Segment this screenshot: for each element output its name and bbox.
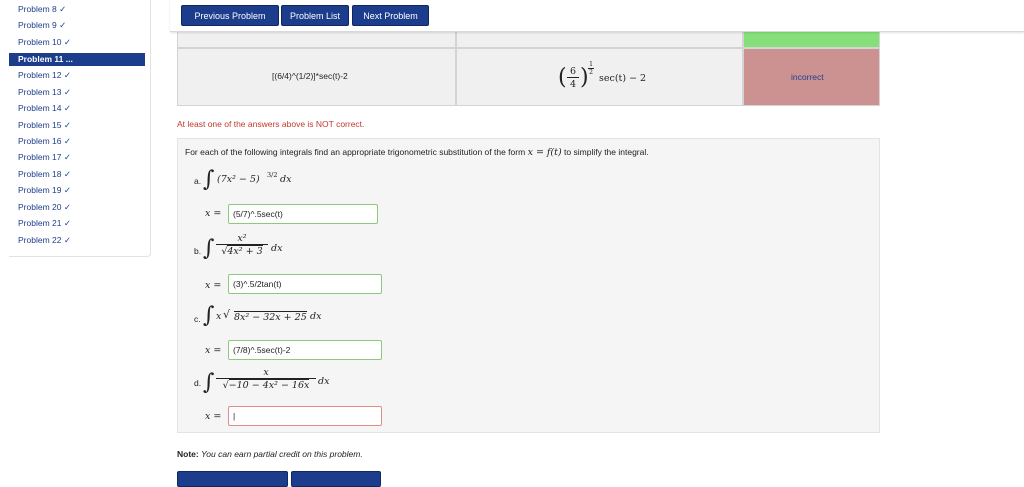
part-b-denominator: √4x² + 3 [216, 244, 268, 257]
integral-sign-a: ∫ [203, 167, 215, 192]
sidebar-item-problem-18[interactable]: Problem 18 ✓ [9, 168, 145, 181]
results-prev-row-status-correct [743, 31, 880, 48]
results-row-entered: [(6/4)^(1/2)]*sec(t)-2 [177, 48, 456, 106]
integral-sign-b: ∫ [203, 236, 215, 261]
sidebar-item-problem-15[interactable]: Problem 15 ✓ [9, 119, 145, 132]
problem-panel: For each of the following integrals find… [177, 138, 880, 433]
part-c-x-equals: x = [205, 345, 222, 356]
results-prev-row-entered [177, 31, 456, 48]
part-a-x-equals: x = [205, 208, 222, 219]
part-c-prefix: x [216, 311, 222, 322]
preview-frac-num: 6 [569, 66, 577, 77]
partial-credit-note: Note: You can earn partial credit on thi… [177, 449, 363, 459]
sidebar-item-problem-12[interactable]: Problem 12 ✓ [9, 69, 145, 82]
sidebar-item-problem-11[interactable]: Problem 11 ... [9, 53, 145, 66]
part-b-radicand: 4x² + 3 [227, 245, 263, 257]
part-a-answer-input[interactable]: (5/7)^.5sec(t) [228, 204, 378, 224]
top-navigation-bar: Previous Problem Problem List Next Probl… [170, 0, 1024, 32]
submit-answers-button[interactable] [291, 471, 381, 487]
sidebar-item-problem-13[interactable]: Problem 13 ✓ [9, 86, 145, 99]
instructions-text-end: to simplify the integral. [564, 147, 649, 157]
part-c-dx: dx [310, 311, 322, 322]
note-label: Note: [177, 449, 199, 459]
instructions-text-start: For each of the following integrals find… [185, 147, 526, 157]
part-d-letter: d. [194, 378, 202, 388]
sidebar-item-problem-19[interactable]: Problem 19 ✓ [9, 184, 145, 197]
problem-list-button[interactable]: Problem List [281, 5, 349, 26]
part-c-radicand: 8x² − 32x + 25 [234, 311, 307, 323]
part-c-sqrt-symbol: √ [223, 308, 231, 321]
status-incorrect-label: incorrect [791, 72, 824, 82]
results-prev-row-preview [456, 31, 743, 48]
part-d-fraction: x √−10 − 4x² − 16x [216, 367, 316, 391]
part-b-fraction: x² √4x² + 3 [216, 233, 268, 257]
part-d-numerator: x [263, 367, 269, 378]
previous-problem-button[interactable]: Previous Problem [181, 5, 279, 26]
sidebar-item-problem-10[interactable]: Problem 10 ✓ [9, 36, 145, 49]
sidebar-item-problem-8[interactable]: Problem 8 ✓ [9, 3, 145, 16]
part-a-exponent: 3/2 [267, 171, 278, 179]
preview-exp-den: 2 [588, 68, 594, 76]
results-row-preview: ( 6 4 ) 1 2 sec(t) − 2 [456, 48, 743, 106]
preview-frac-den: 4 [567, 77, 579, 90]
part-d-dx: dx [318, 376, 330, 387]
part-c-letter: c. [194, 314, 201, 324]
part-b-dx: dx [271, 243, 283, 254]
preview-answers-button[interactable] [177, 471, 288, 487]
sidebar-item-problem-21[interactable]: Problem 21 ✓ [9, 217, 145, 230]
note-text: You can earn partial credit on this prob… [201, 449, 363, 459]
preview-exp-num: 1 [589, 61, 593, 68]
part-b-numerator: x² [237, 233, 247, 244]
part-a-letter: a. [194, 176, 202, 186]
preview-exponent: 1 2 [588, 61, 594, 76]
next-problem-button[interactable]: Next Problem [352, 5, 429, 26]
part-b-letter: b. [194, 246, 202, 256]
results-row-status: incorrect [743, 48, 880, 106]
part-a-integrand: (7x² − 5) [217, 174, 260, 185]
part-d-denominator: √−10 − 4x² − 16x [216, 378, 316, 391]
preview-fraction: 6 4 [567, 66, 579, 90]
problem-list-sidebar: Problem 8 ✓ Problem 9 ✓ Problem 10 ✓ Pro… [9, 0, 151, 257]
integral-sign-d: ∫ [203, 370, 215, 395]
part-d-radicand: −10 − 4x² − 16x [228, 379, 310, 391]
part-a-dx: dx [280, 174, 292, 185]
part-d-answer-input[interactable]: | [228, 406, 382, 426]
part-b-answer-input[interactable]: (3)^.5/2tan(t) [228, 274, 382, 294]
sidebar-item-problem-22[interactable]: Problem 22 ✓ [9, 234, 145, 247]
feedback-message: At least one of the answers above is NOT… [177, 119, 365, 129]
part-b-x-equals: x = [205, 280, 222, 291]
paren-left: ( [558, 65, 567, 90]
problem-instructions: For each of the following integrals find… [185, 147, 649, 158]
entered-answer-text: [(6/4)^(1/2)]*sec(t)-2 [272, 71, 348, 81]
part-c-answer-input[interactable]: (7/8)^.5sec(t)-2 [228, 340, 382, 360]
integral-sign-c: ∫ [203, 303, 215, 328]
sidebar-item-problem-20[interactable]: Problem 20 ✓ [9, 201, 145, 214]
sidebar-item-problem-14[interactable]: Problem 14 ✓ [9, 102, 145, 115]
sidebar-item-problem-9[interactable]: Problem 9 ✓ [9, 19, 145, 32]
sidebar-item-problem-17[interactable]: Problem 17 ✓ [9, 151, 145, 164]
part-d-x-equals: x = [205, 411, 222, 422]
instructions-math: x = f(t) [527, 147, 562, 158]
sidebar-item-problem-16[interactable]: Problem 16 ✓ [9, 135, 145, 148]
answer-results-table: [(6/4)^(1/2)]*sec(t)-2 ( 6 4 ) 1 2 sec(t… [177, 31, 880, 106]
preview-tail: sec(t) − 2 [599, 73, 647, 84]
